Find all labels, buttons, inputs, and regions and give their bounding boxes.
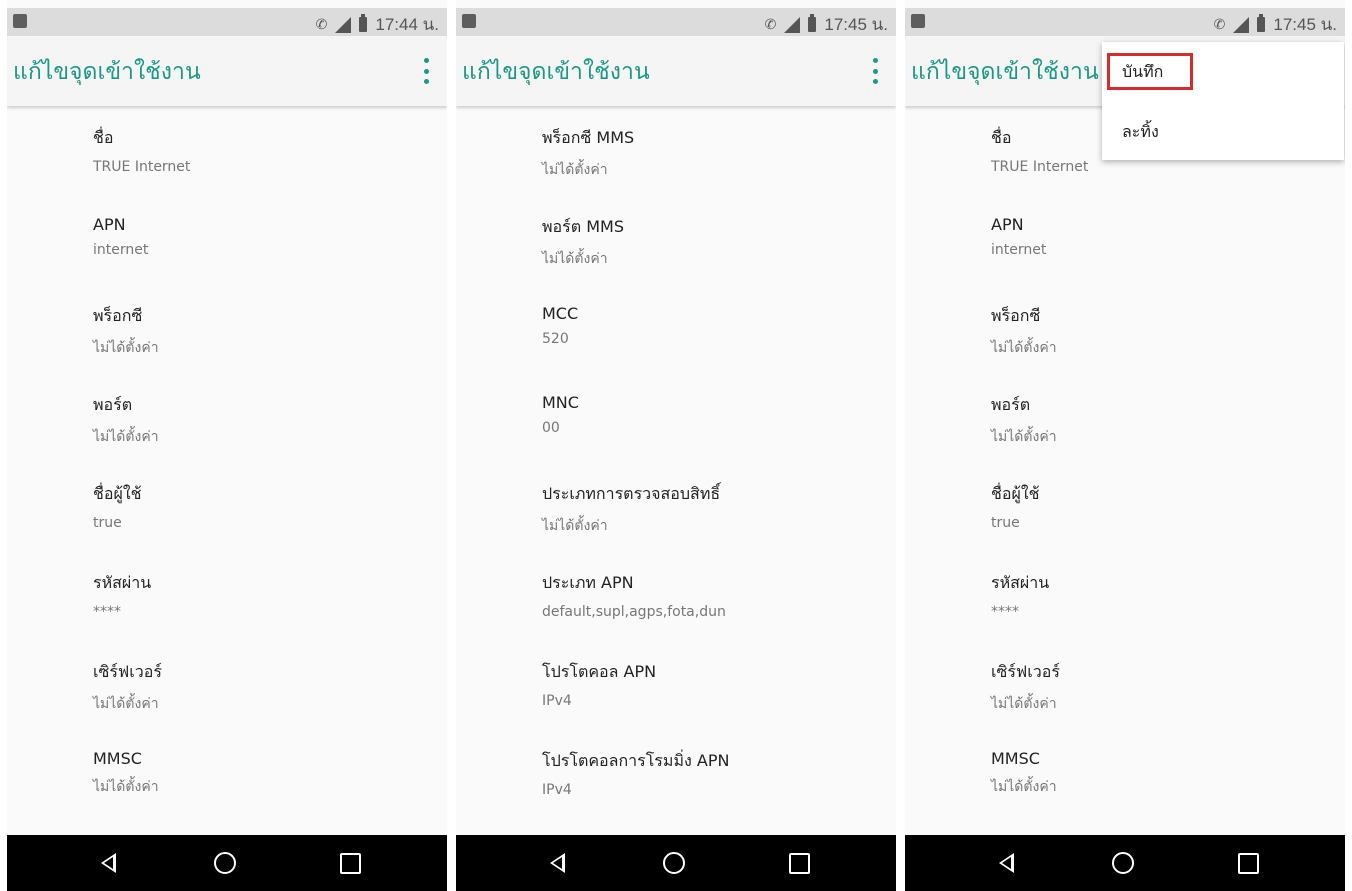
call-icon: ✆ [764, 16, 777, 32]
setting-password[interactable]: รหัสผ่าน **** [991, 571, 1049, 620]
setting-auth-type[interactable]: ประเภทการตรวจสอบสิทธิ์ ไม่ได้ตั้งค่า [542, 482, 720, 537]
setting-password[interactable]: รหัสผ่าน **** [93, 571, 151, 620]
apn-settings-list: ชื่อ TRUE Internet APN internet พร็อกซี … [7, 106, 447, 835]
setting-port[interactable]: พอร์ต ไม่ได้ตั้งค่า [93, 393, 159, 448]
apn-settings-list: ชื่อ TRUE Internet APN internet พร็อกซี … [905, 106, 1345, 835]
call-icon: ✆ [1213, 16, 1226, 32]
signal-icon [1233, 16, 1250, 33]
setting-apn[interactable]: APN internet [93, 215, 148, 258]
image-icon [462, 14, 476, 28]
setting-name[interactable]: ชื่อ TRUE Internet [991, 126, 1088, 175]
setting-username[interactable]: ชื่อผู้ใช้ true [991, 482, 1040, 531]
setting-mcc[interactable]: MCC 520 [542, 304, 578, 347]
recents-icon[interactable] [340, 853, 361, 874]
status-time: 17:44 น. [375, 15, 439, 34]
more-options-icon[interactable] [870, 58, 880, 84]
page-title: แก้ไขจุดเข้าใช้งาน [462, 59, 650, 85]
screen-3: ✆ 17:45 น. แก้ไขจุดเข้าใช้งาน ชื่อ TRUE … [905, 0, 1345, 891]
toolbar: แก้ไขจุดเข้าใช้งาน [456, 36, 896, 106]
navigation-bar [905, 835, 1345, 891]
screen-1: ✆ 17:44 น. แก้ไขจุดเข้าใช้งาน ชื่อ TRUE … [7, 0, 447, 891]
menu-item-save[interactable]: บันทึก [1122, 60, 1163, 85]
status-bar: ✆ 17:45 น. [456, 8, 896, 36]
overflow-menu: บันทึก ละทิ้ง [1102, 42, 1344, 160]
home-icon[interactable] [214, 852, 236, 874]
home-icon[interactable] [663, 852, 685, 874]
setting-proxy[interactable]: พร็อกซี ไม่ได้ตั้งค่า [991, 304, 1057, 359]
status-bar: ✆ 17:45 น. [905, 8, 1345, 36]
navigation-bar [456, 835, 896, 891]
back-icon[interactable] [101, 853, 116, 873]
page-title: แก้ไขจุดเข้าใช้งาน [13, 59, 201, 85]
setting-mms-port[interactable]: พอร์ต MMS ไม่ได้ตั้งค่า [542, 215, 624, 270]
call-icon: ✆ [315, 16, 328, 32]
setting-name[interactable]: ชื่อ TRUE Internet [93, 126, 190, 175]
image-icon [911, 14, 925, 28]
status-bar: ✆ 17:44 น. [7, 8, 447, 36]
battery-icon [359, 14, 368, 32]
image-icon [13, 14, 27, 28]
recents-icon[interactable] [789, 853, 810, 874]
setting-username[interactable]: ชื่อผู้ใช้ true [93, 482, 142, 531]
setting-apn[interactable]: APN internet [991, 215, 1046, 258]
status-time: 17:45 น. [824, 15, 888, 34]
screen-2: ✆ 17:45 น. แก้ไขจุดเข้าใช้งาน พร็อกซี MM… [456, 0, 896, 891]
back-icon[interactable] [550, 853, 565, 873]
setting-mms-proxy[interactable]: พร็อกซี MMS ไม่ได้ตั้งค่า [542, 126, 634, 181]
recents-icon[interactable] [1238, 853, 1259, 874]
setting-proxy[interactable]: พร็อกซี ไม่ได้ตั้งค่า [93, 304, 159, 359]
menu-item-discard[interactable]: ละทิ้ง [1122, 120, 1159, 145]
back-icon[interactable] [999, 853, 1014, 873]
setting-apn-roaming-protocol[interactable]: โปรโตคอลการโรมมิ่ง APN IPv4 [542, 749, 729, 798]
page-title: แก้ไขจุดเข้าใช้งาน [911, 59, 1099, 85]
navigation-bar [7, 835, 447, 891]
setting-apn-type[interactable]: ประเภท APN default,supl,agps,fota,dun [542, 571, 726, 620]
signal-icon [335, 16, 352, 33]
apn-settings-list: พร็อกซี MMS ไม่ได้ตั้งค่า พอร์ต MMS ไม่ไ… [456, 106, 896, 835]
setting-mnc[interactable]: MNC 00 [542, 393, 579, 436]
setting-mmsc[interactable]: MMSC ไม่ได้ตั้งค่า [991, 749, 1057, 798]
status-time: 17:45 น. [1273, 15, 1337, 34]
setting-apn-protocol[interactable]: โปรโตคอล APN IPv4 [542, 660, 656, 709]
signal-icon [784, 16, 801, 33]
battery-icon [1257, 14, 1266, 32]
battery-icon [808, 14, 817, 32]
home-icon[interactable] [1112, 852, 1134, 874]
toolbar: แก้ไขจุดเข้าใช้งาน [7, 36, 447, 106]
setting-server[interactable]: เซิร์ฟเวอร์ ไม่ได้ตั้งค่า [93, 660, 162, 715]
setting-server[interactable]: เซิร์ฟเวอร์ ไม่ได้ตั้งค่า [991, 660, 1060, 715]
setting-mmsc[interactable]: MMSC ไม่ได้ตั้งค่า [93, 749, 159, 798]
setting-port[interactable]: พอร์ต ไม่ได้ตั้งค่า [991, 393, 1057, 448]
more-options-icon[interactable] [421, 58, 431, 84]
